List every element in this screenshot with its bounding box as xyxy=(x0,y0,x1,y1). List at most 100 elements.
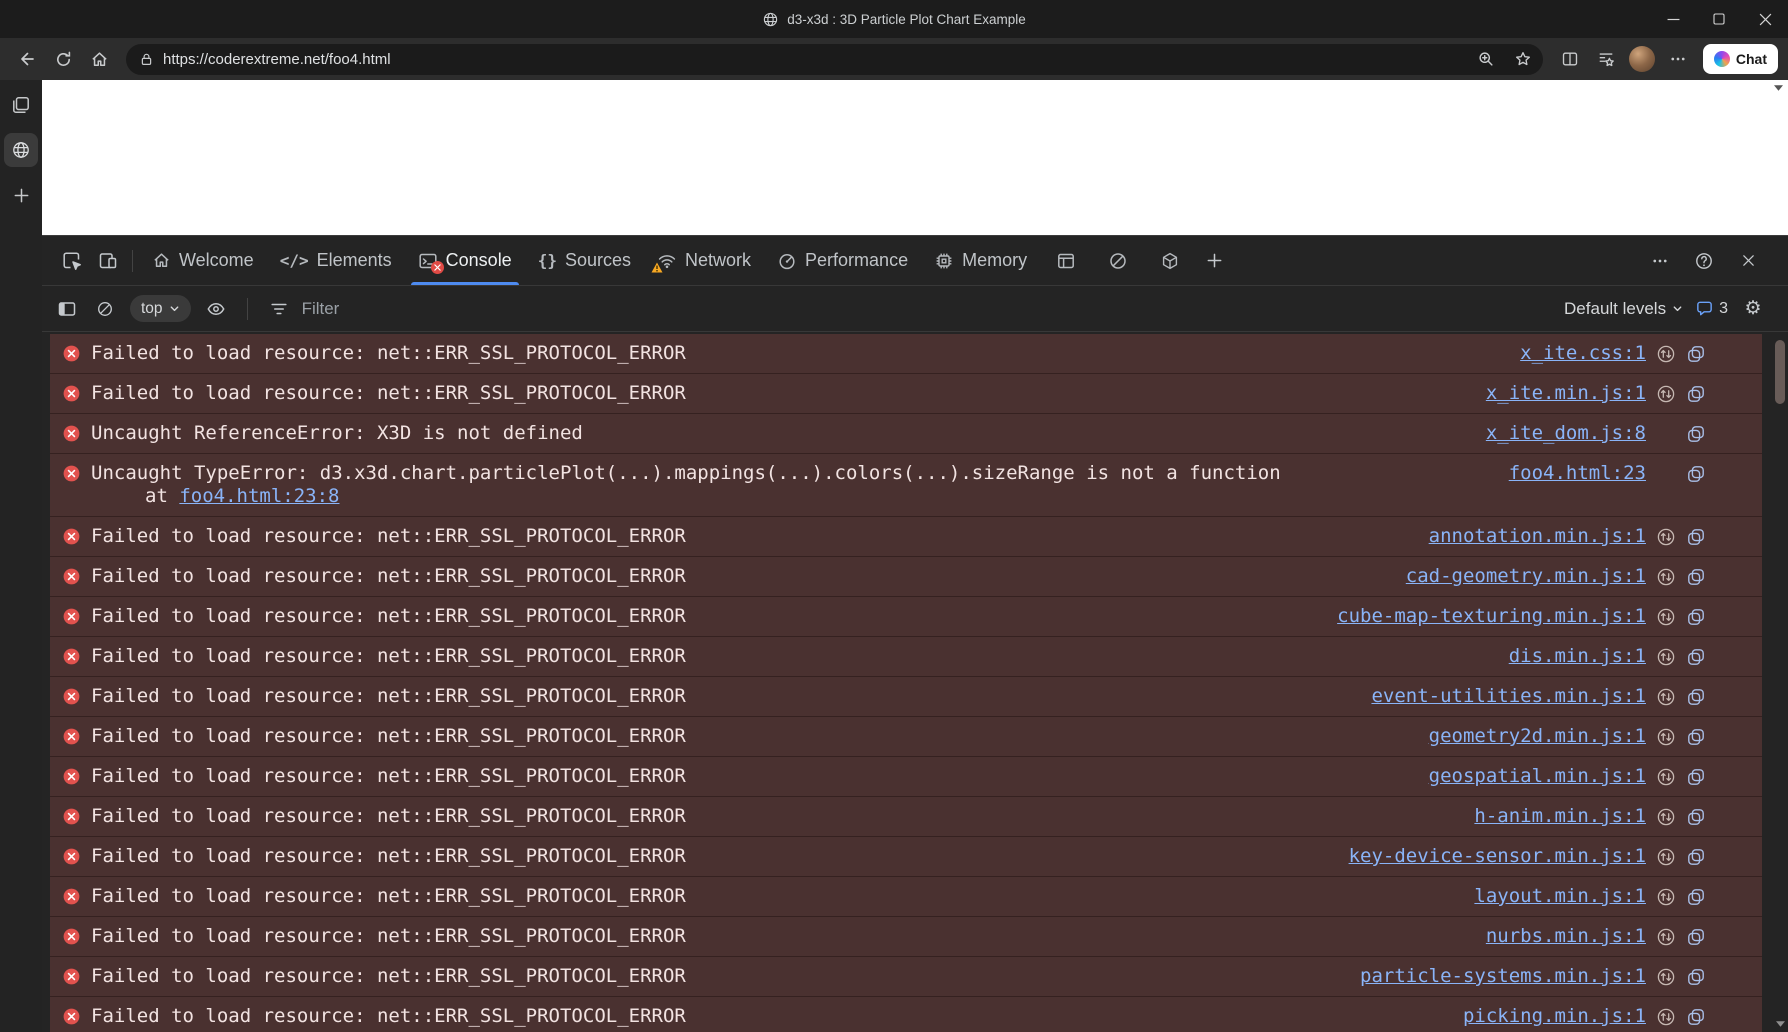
source-link[interactable]: cad-geometry.min.js:1 xyxy=(1406,565,1646,588)
copilot-explain-icon[interactable] xyxy=(1686,1007,1706,1027)
arrows-circle-icon[interactable] xyxy=(1656,344,1676,364)
copilot-explain-icon[interactable] xyxy=(1686,384,1706,404)
site-info-lock-icon[interactable] xyxy=(139,52,154,67)
console-settings-button[interactable]: ⚙ xyxy=(1740,296,1766,322)
source-link[interactable]: event-utilities.min.js:1 xyxy=(1371,685,1646,708)
copilot-explain-icon[interactable] xyxy=(1686,847,1706,867)
source-link[interactable]: geospatial.min.js:1 xyxy=(1429,765,1646,788)
tab-welcome[interactable]: Welcome xyxy=(139,236,267,285)
back-button[interactable] xyxy=(10,42,44,76)
url-text[interactable]: https://coderextreme.net/foo4.html xyxy=(163,51,1463,68)
active-tab-globe-icon[interactable] xyxy=(4,133,38,167)
inspect-element-button[interactable] xyxy=(54,243,90,279)
copilot-chat-button[interactable]: Chat xyxy=(1703,44,1778,74)
clear-console-button[interactable] xyxy=(92,296,118,322)
error-icon xyxy=(62,464,81,483)
maximize-button[interactable] xyxy=(1696,0,1742,38)
tab-3d-view[interactable] xyxy=(1144,236,1196,285)
console-scrollbar[interactable] xyxy=(1774,334,1786,1032)
copilot-explain-icon[interactable] xyxy=(1686,967,1706,987)
source-link[interactable]: annotation.min.js:1 xyxy=(1429,525,1646,548)
source-link[interactable]: x_ite_dom.js:8 xyxy=(1486,422,1646,445)
arrows-circle-icon[interactable] xyxy=(1656,767,1676,787)
help-button[interactable] xyxy=(1686,243,1722,279)
more-tools-button[interactable] xyxy=(1196,243,1232,279)
page-scroll-down-arrow[interactable] xyxy=(1774,85,1783,91)
filter-input[interactable]: Filter xyxy=(302,299,340,319)
close-button[interactable] xyxy=(1742,0,1788,38)
source-link[interactable]: x_ite.min.js:1 xyxy=(1486,382,1646,405)
copilot-explain-icon[interactable] xyxy=(1686,927,1706,947)
arrows-circle-icon[interactable] xyxy=(1656,687,1676,707)
scrollbar-thumb[interactable] xyxy=(1775,340,1785,404)
tab-elements[interactable]: </> Elements xyxy=(267,236,405,285)
arrows-circle-icon[interactable] xyxy=(1656,727,1676,747)
tab-performance[interactable]: Performance xyxy=(764,236,921,285)
tab-circle-slash[interactable] xyxy=(1092,236,1144,285)
tab-actions-icon[interactable] xyxy=(6,90,36,120)
console-message-text: Failed to load resource: net::ERR_SSL_PR… xyxy=(91,925,1456,948)
source-link[interactable]: key-device-sensor.min.js:1 xyxy=(1349,845,1646,868)
scroll-down-arrow[interactable] xyxy=(1775,1021,1785,1027)
issues-counter[interactable]: 3 xyxy=(1695,299,1728,318)
source-link[interactable]: layout.min.js:1 xyxy=(1474,885,1646,908)
source-link[interactable]: dis.min.js:1 xyxy=(1509,645,1646,668)
split-screen-icon[interactable] xyxy=(1553,42,1587,76)
home-button[interactable] xyxy=(82,42,116,76)
source-link[interactable]: particle-systems.min.js:1 xyxy=(1360,965,1646,988)
tab-sources[interactable]: {} Sources xyxy=(525,236,644,285)
tab-console[interactable]: Console xyxy=(405,236,525,285)
favorites-icon[interactable] xyxy=(1589,42,1623,76)
refresh-button[interactable] xyxy=(46,42,80,76)
arrows-circle-icon[interactable] xyxy=(1656,967,1676,987)
arrows-circle-icon[interactable] xyxy=(1656,647,1676,667)
source-link[interactable]: x_ite.css:1 xyxy=(1520,342,1646,365)
copilot-explain-icon[interactable] xyxy=(1686,344,1706,364)
settings-ellipsis-button[interactable] xyxy=(1661,42,1695,76)
javascript-context-dropdown[interactable]: top xyxy=(130,295,191,322)
arrows-circle-icon[interactable] xyxy=(1656,1007,1676,1027)
copilot-explain-icon[interactable] xyxy=(1686,687,1706,707)
arrows-circle-icon[interactable] xyxy=(1656,887,1676,907)
address-bar[interactable]: https://coderextreme.net/foo4.html xyxy=(126,44,1543,75)
tab-memory[interactable]: Memory xyxy=(921,236,1040,285)
copilot-explain-icon[interactable] xyxy=(1686,464,1706,484)
close-devtools-button[interactable] xyxy=(1730,243,1766,279)
copilot-explain-icon[interactable] xyxy=(1686,424,1706,444)
copilot-explain-icon[interactable] xyxy=(1686,567,1706,587)
arrows-circle-icon[interactable] xyxy=(1656,807,1676,827)
copilot-explain-icon[interactable] xyxy=(1686,767,1706,787)
source-link[interactable]: cube-map-texturing.min.js:1 xyxy=(1337,605,1646,628)
arrows-circle-icon[interactable] xyxy=(1656,384,1676,404)
source-link[interactable]: nurbs.min.js:1 xyxy=(1486,925,1646,948)
log-levels-dropdown[interactable]: Default levels xyxy=(1564,299,1683,319)
tab-application[interactable] xyxy=(1040,236,1092,285)
new-tab-button[interactable] xyxy=(6,180,36,210)
device-toolbar-button[interactable] xyxy=(90,243,126,279)
copilot-explain-icon[interactable] xyxy=(1686,807,1706,827)
arrows-circle-icon[interactable] xyxy=(1656,927,1676,947)
source-link[interactable]: h-anim.min.js:1 xyxy=(1474,805,1646,828)
copilot-explain-icon[interactable] xyxy=(1686,727,1706,747)
minimize-button[interactable] xyxy=(1650,0,1696,38)
tab-network[interactable]: Network xyxy=(644,236,764,285)
copilot-explain-icon[interactable] xyxy=(1686,647,1706,667)
arrows-circle-icon[interactable] xyxy=(1656,527,1676,547)
arrows-circle-icon[interactable] xyxy=(1656,847,1676,867)
stack-trace-link[interactable]: foo4.html:23:8 xyxy=(179,485,339,507)
arrows-circle-icon[interactable] xyxy=(1656,607,1676,627)
customize-devtools-button[interactable] xyxy=(1642,243,1678,279)
copilot-explain-icon[interactable] xyxy=(1686,527,1706,547)
source-link[interactable]: foo4.html:23 xyxy=(1509,462,1646,485)
copilot-explain-icon[interactable] xyxy=(1686,887,1706,907)
console-sidebar-toggle[interactable] xyxy=(54,296,80,322)
profile-avatar[interactable] xyxy=(1629,46,1655,72)
arrows-circle-icon[interactable] xyxy=(1656,567,1676,587)
copilot-explain-icon[interactable] xyxy=(1686,607,1706,627)
source-link[interactable]: picking.min.js:1 xyxy=(1463,1005,1646,1028)
console-icon xyxy=(418,251,438,271)
add-favorite-star-icon[interactable] xyxy=(1509,45,1537,73)
live-expression-eye-button[interactable] xyxy=(203,296,229,322)
source-link[interactable]: geometry2d.min.js:1 xyxy=(1429,725,1646,748)
zoom-icon[interactable] xyxy=(1472,45,1500,73)
